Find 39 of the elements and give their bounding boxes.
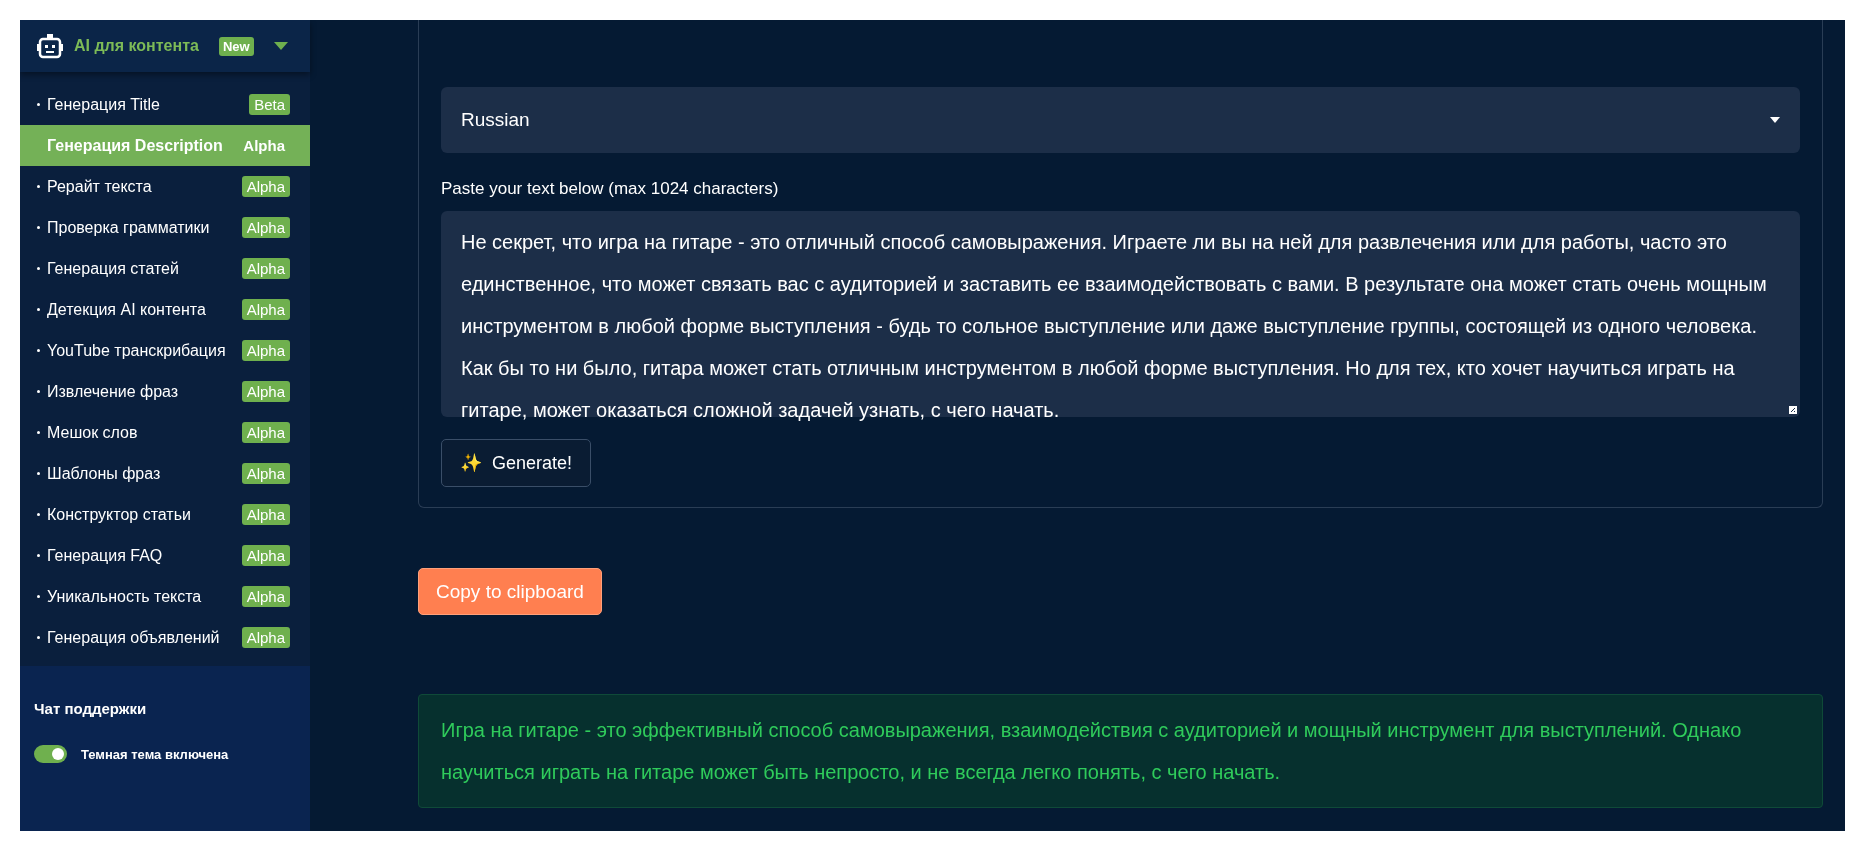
sidebar-item[interactable]: Генерация статей Alpha [20,248,310,289]
sidebar-item[interactable]: Шаблоны фраз Alpha [20,453,310,494]
sidebar-item[interactable]: YouTube транскрибация Alpha [20,330,310,371]
new-badge: New [218,36,254,56]
sidebar-item[interactable]: Рерайт текста Alpha [20,166,310,207]
language-select[interactable]: Russian [441,87,1800,153]
sidebar-item[interactable]: Генерация объявлений Alpha [20,617,310,658]
app-title: AI для контента [74,37,199,55]
robot-icon [36,32,64,60]
sidebar-item[interactable]: Генерация Title Beta [20,84,310,125]
bullet-icon [37,185,40,188]
bullet-icon [37,349,40,352]
bullet-icon [37,431,40,434]
result-text: Игра на гитаре - это эффективный способ самовыражения, взаимодействия с аудиторией и мощный инструмент для выступлений. Однако научиться играть на гитаре может быть непросто, и не всегда легко понять, с чего начать. [418,694,1823,808]
sidebar-item[interactable]: Мешок слов Alpha [20,412,310,453]
sidebar-item[interactable]: Уникальность текста Alpha [20,576,310,617]
bullet-icon [37,390,40,393]
bullet-icon [37,267,40,270]
field-label: Paste your text below (max 1024 characters) [441,179,780,199]
dark-theme-toggle[interactable] [34,745,67,763]
sidebar-item[interactable]: Генерация FAQ Alpha [20,535,310,576]
caret-icon [1770,117,1780,123]
resize-handle-icon[interactable] [1789,406,1797,414]
bullet-icon [37,595,40,598]
support-chat-link[interactable]: Чат поддержки [34,700,296,717]
caret-icon[interactable] [273,42,288,50]
sidebar-item[interactable]: Конструктор статьи Alpha [20,494,310,535]
bullet-icon [37,308,40,311]
bullet-icon [37,636,40,639]
bullet-icon [37,513,40,516]
sidebar-item[interactable]: Извлечение фраз Alpha [20,371,310,412]
sidebar-item[interactable]: Детекция AI контента Alpha [20,289,310,330]
bullet-icon [37,103,40,106]
toggle-label: Темная тема включена [81,746,229,762]
bullet-icon [37,226,40,229]
bullet-icon [37,472,40,475]
sidebar-item[interactable]: Проверка грамматики Alpha [20,207,310,248]
generate-button[interactable]: ✨ Generate! [441,439,592,487]
bullet-icon [37,554,40,557]
